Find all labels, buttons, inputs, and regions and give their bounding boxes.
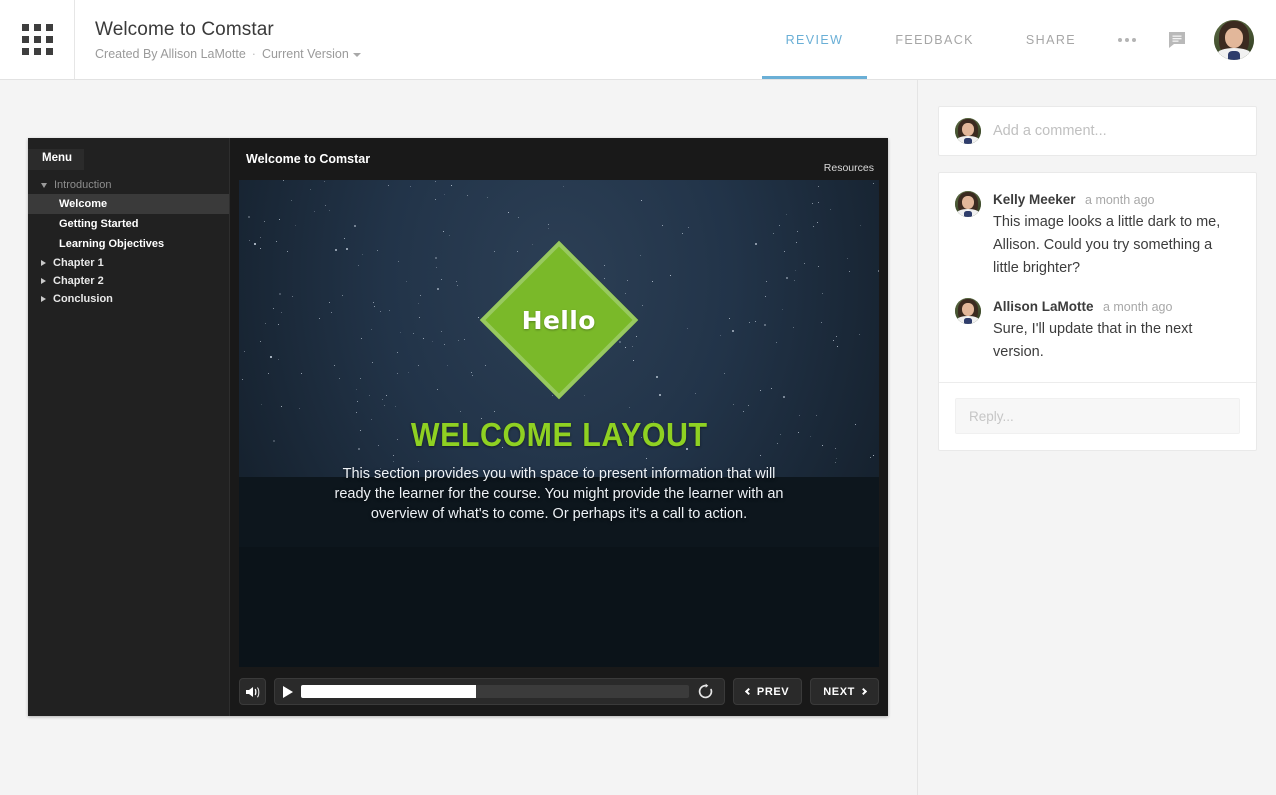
- chevron-left-icon: [744, 687, 752, 696]
- chevron-right-icon: [41, 260, 46, 266]
- comment-item: Allison LaMotte a month ago Sure, I'll u…: [955, 298, 1240, 382]
- hello-badge-label: Hello: [521, 305, 597, 335]
- player-menu-tree: Introduction Welcome Getting Started Lea…: [28, 176, 229, 308]
- stage-area: Menu Introduction Welcome Getting Starte…: [0, 80, 918, 795]
- comment-text: This image looks a little dark to me, Al…: [993, 214, 1221, 276]
- player-main: Welcome to Comstar Resources Hello WELCO…: [230, 138, 888, 716]
- apps-grid-icon: [21, 24, 53, 55]
- avatar: [955, 191, 981, 217]
- hello-diamond-badge: Hello: [479, 240, 639, 400]
- menu-item-learning-objectives[interactable]: Learning Objectives: [28, 234, 229, 254]
- comment-item: Kelly Meeker a month ago This image look…: [955, 191, 1240, 298]
- avatar: [955, 298, 981, 324]
- chevron-down-icon: [352, 52, 361, 57]
- comment-thread: Kelly Meeker a month ago This image look…: [938, 172, 1257, 451]
- version-label: Current Version: [261, 46, 349, 61]
- chevron-right-icon: [859, 687, 868, 696]
- comment-bubble-icon[interactable]: [1152, 0, 1202, 79]
- seekbar[interactable]: [301, 685, 689, 698]
- comment-timestamp: a month ago: [1085, 193, 1155, 207]
- created-by-label: Created By Allison LaMotte: [95, 46, 246, 61]
- header-subtitle: Created By Allison LaMotte · Current Ver…: [95, 46, 361, 62]
- menu-group-label: Chapter 1: [53, 257, 104, 269]
- slide-heading: WELCOME LAYOUT: [410, 416, 708, 453]
- menu-group-chapter-1[interactable]: Chapter 1: [28, 254, 229, 272]
- main-body: Menu Introduction Welcome Getting Starte…: [0, 80, 1276, 795]
- menu-group-introduction[interactable]: Introduction: [28, 176, 229, 194]
- comments-panel: Add a comment... Kelly Meeker a month ag…: [918, 80, 1275, 795]
- tab-review[interactable]: REVIEW: [760, 0, 870, 79]
- tab-share[interactable]: SHARE: [1000, 0, 1102, 79]
- replay-icon[interactable]: [697, 683, 716, 700]
- resources-link[interactable]: Resources: [824, 162, 874, 174]
- version-selector[interactable]: Current Version: [262, 46, 361, 62]
- add-comment-placeholder: Add a comment...: [993, 123, 1107, 139]
- player-sidebar: Menu Introduction Welcome Getting Starte…: [28, 138, 230, 716]
- avatar: [955, 118, 981, 144]
- menu-group-conclusion[interactable]: Conclusion: [28, 290, 229, 308]
- comment-author: Kelly Meeker: [993, 192, 1076, 207]
- player-menu-tab[interactable]: Menu: [28, 149, 85, 170]
- comment-timestamp: a month ago: [1102, 300, 1173, 314]
- reply-input[interactable]: Reply...: [955, 398, 1240, 434]
- menu-group-label: Conclusion: [53, 293, 113, 305]
- ellipsis-icon[interactable]: [1102, 0, 1152, 79]
- slide-paragraph: This section provides you with space to …: [334, 466, 784, 522]
- add-comment-input[interactable]: Add a comment...: [938, 106, 1257, 156]
- menu-group-chapter-2[interactable]: Chapter 2: [28, 272, 229, 290]
- chevron-down-icon: [41, 182, 47, 188]
- prev-button[interactable]: PREV: [732, 678, 803, 705]
- play-icon[interactable]: [283, 685, 293, 698]
- slide-title: Welcome to Comstar: [246, 152, 371, 166]
- slide-content: Hello WELCOME LAYOUT This section provid…: [239, 180, 879, 667]
- page-title: Welcome to Comstar: [95, 18, 274, 40]
- slide-canvas: Hello WELCOME LAYOUT This section provid…: [239, 180, 879, 667]
- chevron-right-icon: [41, 296, 46, 302]
- player-controls: PREV NEXT: [230, 667, 888, 716]
- menu-group-label: Chapter 2: [53, 275, 104, 287]
- next-button[interactable]: NEXT: [810, 678, 879, 705]
- menu-group-label: Introduction: [54, 179, 112, 191]
- tab-feedback[interactable]: FEEDBACK: [869, 0, 1000, 79]
- volume-icon[interactable]: [239, 678, 266, 705]
- slide-topbar: Welcome to Comstar Resources: [230, 138, 888, 180]
- menu-item-welcome[interactable]: Welcome: [28, 194, 229, 214]
- seekbar-fill: [301, 685, 476, 698]
- seek-shell: [274, 678, 725, 705]
- reply-row: Reply...: [939, 382, 1256, 450]
- next-label: NEXT: [823, 685, 855, 698]
- comment-author: Allison LaMotte: [993, 299, 1094, 314]
- header-nav: REVIEW FEEDBACK SHARE: [760, 0, 1276, 79]
- subtitle-separator: ·: [251, 46, 256, 61]
- apps-grid-button[interactable]: [0, 0, 75, 79]
- prev-label: PREV: [756, 685, 790, 698]
- course-player: Menu Introduction Welcome Getting Starte…: [28, 138, 888, 716]
- chevron-right-icon: [41, 278, 46, 284]
- comment-text: Sure, I'll update that in the next versi…: [993, 321, 1193, 360]
- app-header: Welcome to Comstar Created By Allison La…: [0, 0, 1276, 80]
- menu-item-getting-started[interactable]: Getting Started: [28, 214, 229, 234]
- avatar[interactable]: [1214, 0, 1254, 79]
- header-titles: Welcome to Comstar Created By Allison La…: [75, 0, 361, 79]
